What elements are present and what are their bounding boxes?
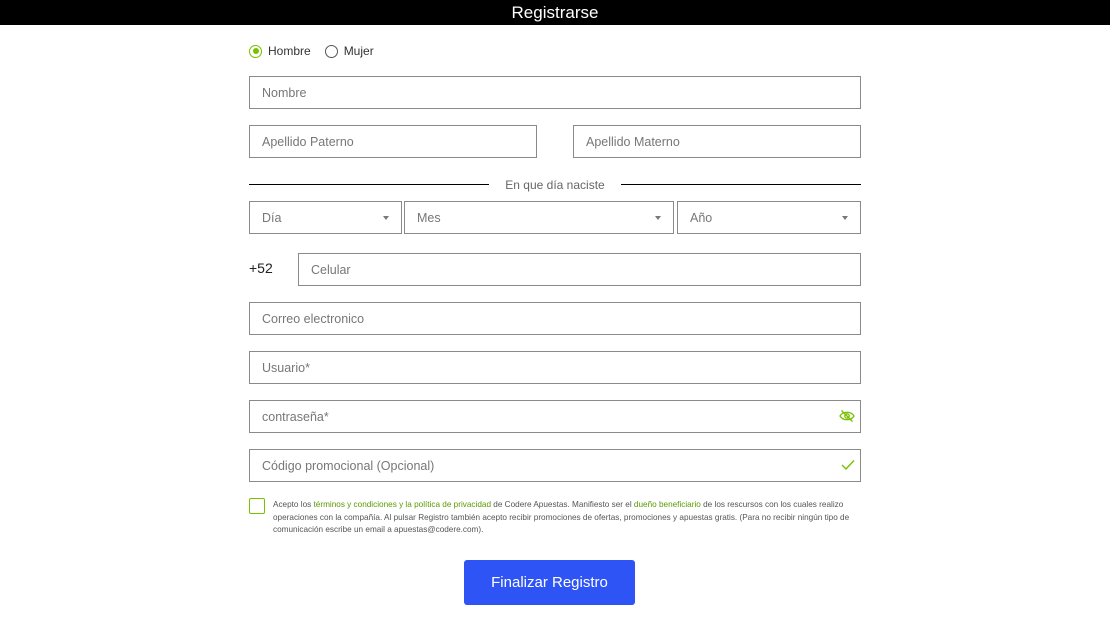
birthdate-divider: En que día naciste — [249, 176, 861, 194]
usuario-input[interactable] — [249, 351, 861, 384]
eye-off-icon[interactable] — [839, 409, 855, 423]
celular-input[interactable] — [298, 253, 861, 286]
terms-section: Acepto los términos y condiciones y la p… — [249, 497, 861, 537]
year-select-label: Año — [690, 210, 713, 225]
birthdate-label: En que día naciste — [505, 178, 605, 192]
year-select[interactable]: Año — [677, 201, 861, 234]
caret-down-icon — [655, 215, 661, 220]
terms-conditions-link[interactable]: términos y condiciones y la política de … — [314, 500, 492, 509]
nombre-input[interactable] — [249, 76, 861, 109]
check-icon — [841, 460, 855, 471]
promo-code-input[interactable] — [249, 449, 861, 482]
promo-field-wrapper — [249, 449, 861, 482]
password-input[interactable] — [249, 400, 861, 433]
beneficial-owner-link[interactable]: dueño beneficiario — [634, 500, 701, 509]
email-input[interactable] — [249, 302, 861, 335]
caret-down-icon — [383, 215, 389, 220]
phone-prefix: +52 — [249, 260, 273, 276]
divider-line-left — [249, 184, 489, 185]
radio-mujer[interactable] — [324, 44, 338, 58]
password-field-wrapper — [249, 400, 861, 433]
month-select-label: Mes — [417, 210, 441, 225]
apellido-paterno-input[interactable] — [249, 125, 537, 158]
radio-hombre[interactable] — [249, 44, 262, 58]
gender-label-mujer: Mujer — [343, 44, 374, 58]
day-select[interactable]: Día — [249, 201, 402, 234]
terms-text: Acepto los términos y condiciones y la p… — [273, 499, 861, 537]
caret-down-icon — [842, 215, 848, 220]
apellido-materno-input[interactable] — [573, 125, 861, 158]
month-select[interactable]: Mes — [404, 201, 674, 234]
divider-line-right — [621, 184, 861, 185]
gender-option-hombre[interactable]: Hombre — [249, 44, 311, 58]
gender-selector: Hombre Mujer — [249, 43, 388, 59]
gender-label-hombre: Hombre — [268, 44, 311, 58]
day-select-label: Día — [262, 210, 282, 225]
terms-text-part2: de Codere Apuestas. Manifiesto ser el — [491, 500, 634, 509]
terms-text-part1: Acepto los — [273, 500, 314, 509]
registration-form: Hombre Mujer En que día naciste Día Mes … — [249, 0, 861, 629]
terms-checkbox[interactable] — [249, 498, 265, 514]
finalizar-registro-button[interactable]: Finalizar Registro — [464, 560, 635, 605]
gender-option-mujer[interactable]: Mujer — [324, 44, 374, 58]
